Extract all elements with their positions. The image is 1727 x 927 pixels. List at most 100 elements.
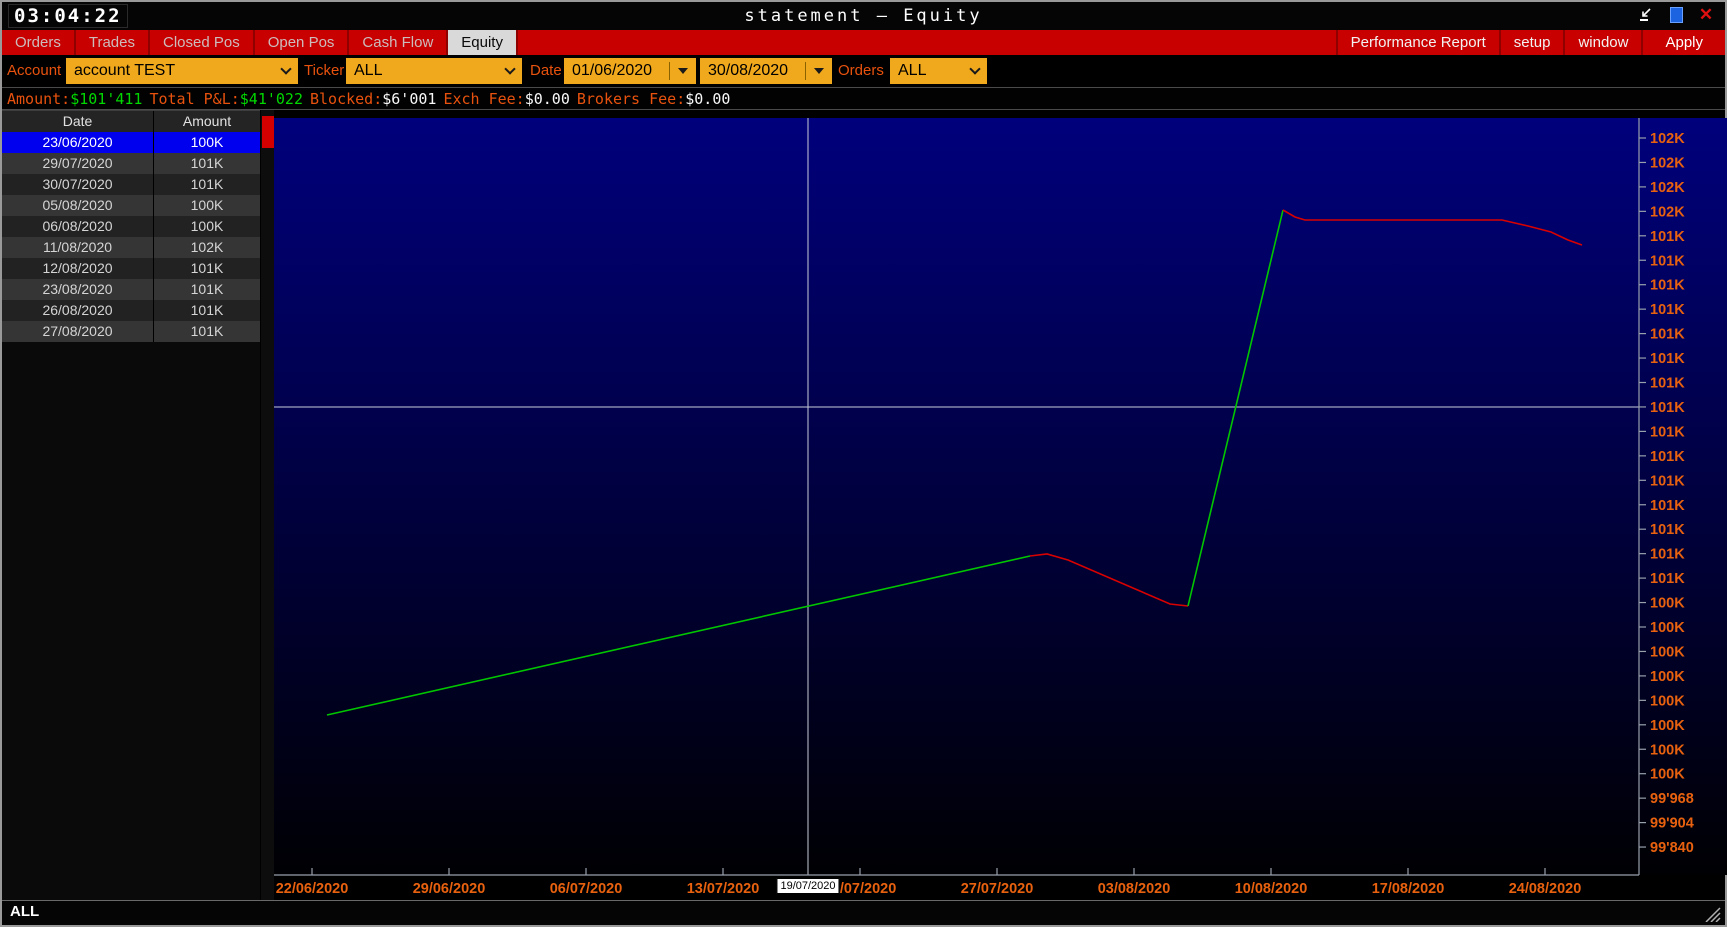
y-axis-label: 101K [1650, 327, 1685, 343]
filter-bar: Account account TEST Ticker ALL Date 01/… [2, 55, 1725, 87]
menu-bar: OrdersTradesClosed PosOpen PosCash FlowE… [2, 30, 1725, 55]
column-header-date[interactable]: Date [2, 111, 154, 132]
date-from-field[interactable]: 01/06/2020 [564, 58, 696, 84]
table-row[interactable]: 23/08/2020101K [2, 279, 260, 300]
menu-item-performance-report[interactable]: Performance Report [1336, 30, 1499, 55]
app-window: 03:04:22 statement – Equity ✕ OrdersTrad… [0, 0, 1727, 927]
minimize-icon[interactable] [1637, 5, 1655, 25]
ticker-label: Ticker [304, 55, 344, 87]
y-axis-label: 100K [1650, 693, 1685, 709]
y-axis-label: 100K [1650, 669, 1685, 685]
account-label: Account [7, 55, 61, 87]
summary-label: Amount: [7, 90, 70, 108]
tab-trades[interactable]: Trades [76, 30, 150, 55]
summary-label: Total P&L: [149, 90, 239, 108]
cell-date: 26/08/2020 [2, 300, 154, 321]
cell-amount: 100K [154, 216, 260, 237]
account-value: account TEST [74, 62, 276, 80]
cell-amount: 101K [154, 153, 260, 174]
y-axis-label: 100K [1650, 620, 1685, 636]
close-icon[interactable]: ✕ [1697, 5, 1715, 25]
equity-table: Date Amount 23/06/2020100K29/07/2020101K… [2, 110, 260, 900]
table-row[interactable]: 12/08/2020101K [2, 258, 260, 279]
y-axis-label: 101K [1650, 522, 1685, 538]
equity-chart[interactable]: 102K102K102K102K101K101K101K101K101K101K… [274, 110, 1727, 900]
summary-value: $41'022 [240, 90, 303, 108]
table-header[interactable]: Date Amount [2, 110, 260, 132]
ticker-select[interactable]: ALL [346, 58, 522, 84]
date-to-field[interactable]: 30/08/2020 [700, 58, 832, 84]
orders-label: Orders [838, 55, 884, 87]
y-axis-label: 101K [1650, 571, 1685, 587]
cell-date: 23/08/2020 [2, 279, 154, 300]
x-axis-label: 10/08/2020 [1235, 881, 1308, 897]
cell-amount: 100K [154, 195, 260, 216]
y-axis-label: 101K [1650, 400, 1685, 416]
table-row[interactable]: 27/08/2020101K [2, 321, 260, 342]
cell-date: 23/06/2020 [2, 132, 154, 153]
table-row[interactable]: 11/08/2020102K [2, 237, 260, 258]
table-row[interactable]: 05/08/2020100K [2, 195, 260, 216]
resize-grip-icon[interactable] [1702, 907, 1721, 922]
x-axis-label: 03/08/2020 [1098, 881, 1171, 897]
tab-equity[interactable]: Equity [448, 30, 518, 55]
cell-amount: 101K [154, 321, 260, 342]
account-select[interactable]: account TEST [66, 58, 298, 84]
tab-closed-pos[interactable]: Closed Pos [150, 30, 255, 55]
y-axis-label: 101K [1650, 449, 1685, 465]
cell-date: 29/07/2020 [2, 153, 154, 174]
scrollbar-thumb[interactable] [262, 116, 274, 148]
table-scrollbar[interactable] [260, 110, 274, 900]
summary-bar: Amount:$101'411Total P&L:$41'022Blocked:… [2, 87, 1725, 110]
chevron-down-icon [969, 63, 980, 74]
cell-date: 05/08/2020 [2, 195, 154, 216]
x-axis-label: 22/06/2020 [276, 881, 349, 897]
menu-actions: Performance ReportsetupwindowApply [1336, 30, 1725, 55]
cell-date: 12/08/2020 [2, 258, 154, 279]
tab-cash-flow[interactable]: Cash Flow [349, 30, 448, 55]
cell-date: 30/07/2020 [2, 174, 154, 195]
menu-item-setup[interactable]: setup [1499, 30, 1564, 55]
table-row[interactable]: 29/07/2020101K [2, 153, 260, 174]
table-row[interactable]: 30/07/2020101K [2, 174, 260, 195]
column-header-amount[interactable]: Amount [154, 111, 260, 132]
y-axis-label: 99'840 [1650, 840, 1694, 856]
y-axis-label: 101K [1650, 302, 1685, 318]
cell-amount: 101K [154, 258, 260, 279]
cell-amount: 101K [154, 279, 260, 300]
summary-value: $6'001 [382, 90, 436, 108]
y-axis-label: 102K [1650, 204, 1685, 220]
x-axis-label: 17/08/2020 [1372, 881, 1445, 897]
ticker-value: ALL [354, 62, 500, 80]
summary-value: $0.00 [525, 90, 570, 108]
orders-select[interactable]: ALL [890, 58, 987, 84]
y-axis-label: 100K [1650, 644, 1685, 660]
maximize-icon[interactable] [1667, 5, 1685, 25]
y-axis-label: 100K [1650, 718, 1685, 734]
dropdown-arrow-icon [678, 68, 688, 74]
y-axis-label: 99'904 [1650, 816, 1694, 832]
chevron-down-icon [504, 63, 515, 74]
table-row[interactable]: 06/08/2020100K [2, 216, 260, 237]
date-from-value: 01/06/2020 [572, 62, 661, 80]
table-row[interactable]: 23/06/2020100K [2, 132, 260, 153]
tab-open-pos[interactable]: Open Pos [255, 30, 350, 55]
y-axis-label: 101K [1650, 376, 1685, 392]
y-axis-label: 101K [1650, 473, 1685, 489]
status-bar: ALL [2, 900, 1725, 925]
crosshair-date-tooltip: 19/07/2020 [776, 878, 839, 894]
chevron-down-icon [280, 63, 291, 74]
cell-amount: 100K [154, 132, 260, 153]
table-row[interactable]: 26/08/2020101K [2, 300, 260, 321]
y-axis-label: 101K [1650, 229, 1685, 245]
menu-item-apply[interactable]: Apply [1641, 30, 1725, 55]
menu-item-window[interactable]: window [1563, 30, 1641, 55]
y-axis-label: 100K [1650, 596, 1685, 612]
y-axis-label: 101K [1650, 278, 1685, 294]
x-axis-label: 29/06/2020 [413, 881, 486, 897]
y-axis-label: 99'968 [1650, 791, 1694, 807]
cell-date: 27/08/2020 [2, 321, 154, 342]
tab-orders[interactable]: Orders [2, 30, 76, 55]
summary-label: Blocked: [310, 90, 382, 108]
cell-amount: 102K [154, 237, 260, 258]
